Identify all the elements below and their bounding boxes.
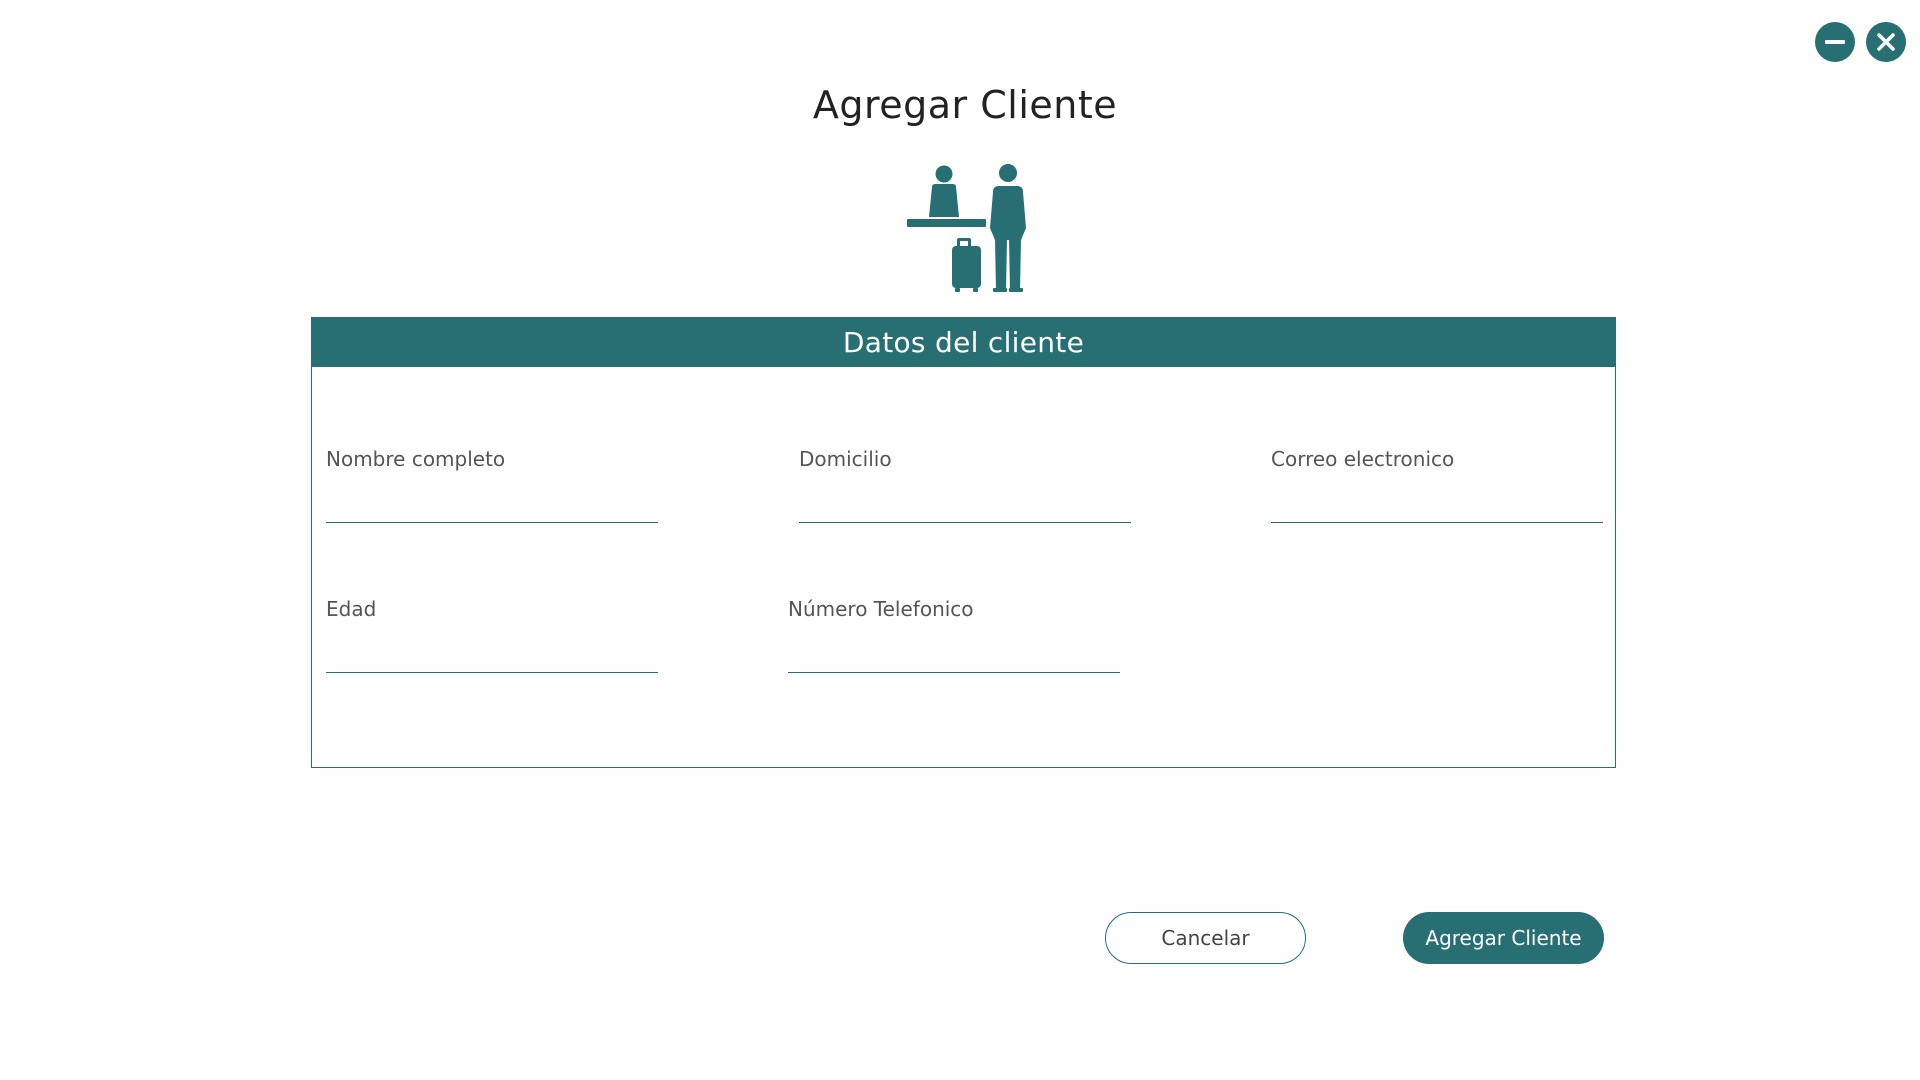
add-client-window: Agregar Cliente Datos del cliente Nombre…: [0, 0, 1920, 1080]
client-data-form: Datos del cliente Nombre completo Domici…: [311, 317, 1616, 768]
minimize-button[interactable]: [1815, 22, 1855, 62]
close-icon: [1877, 33, 1895, 51]
age-field: Edad: [326, 594, 658, 673]
close-button[interactable]: [1866, 22, 1906, 62]
full-name-field: Nombre completo: [326, 444, 658, 523]
minimize-icon: [1825, 40, 1845, 44]
phone-input[interactable]: [788, 638, 1120, 673]
section-header: Datos del cliente: [312, 318, 1615, 367]
address-label: Domicilio: [799, 447, 892, 471]
page-title: Agregar Cliente: [812, 83, 1118, 127]
full-name-input[interactable]: [326, 488, 658, 523]
hotel-reception-icon: [907, 164, 1026, 292]
address-field: Domicilio: [799, 444, 1131, 523]
phone-field: Número Telefonico: [788, 594, 1120, 673]
cancel-button[interactable]: Cancelar: [1105, 912, 1306, 964]
email-field: Correo electronico: [1271, 444, 1603, 523]
full-name-label: Nombre completo: [326, 447, 506, 471]
age-label: Edad: [326, 597, 377, 621]
email-input[interactable]: [1271, 488, 1603, 523]
phone-label: Número Telefonico: [788, 597, 974, 621]
add-client-button[interactable]: Agregar Cliente: [1403, 912, 1604, 964]
email-label: Correo electronico: [1271, 447, 1455, 471]
address-input[interactable]: [799, 488, 1131, 523]
age-input[interactable]: [326, 638, 658, 673]
